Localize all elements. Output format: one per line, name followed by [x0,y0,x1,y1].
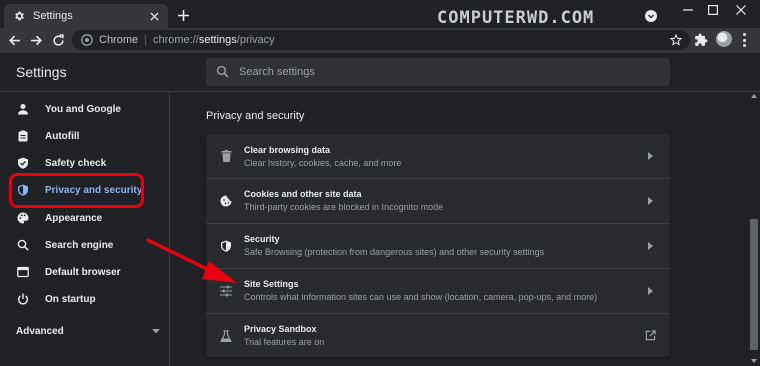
sidebar-item-label: You and Google [45,103,121,115]
chevron-right-icon [644,150,656,162]
chevron-right-icon [644,240,656,252]
chevron-right-icon [644,285,656,297]
chip-separator: | [144,34,147,46]
scrollbar[interactable] [748,92,760,366]
sidebar-item-label: Safety check [45,157,107,169]
sidebar-item-appearance[interactable]: Appearance [0,206,170,230]
row-title: Security [244,234,280,244]
row-title: Privacy Sandbox [244,324,317,334]
watermark: COMPUTERWD.COM [437,8,595,28]
row-title: Clear browsing data [244,144,331,155]
extensions-puzzle-icon[interactable] [694,33,708,47]
chevron-right-icon [644,195,656,207]
sidebar-item-autofill[interactable]: Autofill [0,124,170,148]
scrollbar-thumb[interactable] [750,219,758,350]
flask-icon [220,329,232,342]
power-icon [16,293,29,306]
browser-toolbar: Chrome | chrome:// settings /privacy [0,28,760,53]
row-title: Site Settings [244,279,299,289]
site-chip: Chrome [99,34,139,46]
shield-check-icon [16,157,29,170]
close-icon[interactable] [148,10,160,22]
settings-header: Settings [0,53,760,92]
row-subtitle: Controls what information sites can use … [244,292,598,302]
search-icon [16,239,29,252]
section-title: Privacy and security [206,110,305,122]
url-host: settings [198,34,237,46]
new-tab-button[interactable] [175,7,191,23]
scroll-up-arrow-icon[interactable] [751,94,757,98]
sidebar-item-you-and-google[interactable]: You and Google [0,97,170,121]
reload-icon[interactable] [50,32,66,48]
row-site-settings[interactable]: Site Settings Controls what information … [206,268,670,312]
profile-avatar[interactable] [716,31,732,47]
chrome-site-icon [81,34,93,46]
window-close-icon[interactable] [734,3,748,17]
address-bar[interactable]: Chrome | chrome:// settings /privacy [72,30,690,50]
row-security[interactable]: Security Safe Browsing (protection from … [206,223,670,267]
clipboard-icon [16,130,29,143]
url-scheme: chrome:// [152,34,199,46]
sidebar-item-label: Autofill [45,130,80,142]
tune-icon [220,285,232,297]
back-arrow-icon[interactable] [6,32,22,48]
row-cookies-and-site-data[interactable]: Cookies and other site data Third-party … [206,178,670,222]
row-subtitle: Safe Browsing (protection from dangerous… [244,247,545,257]
sidebar-item-label: Search engine [45,239,114,251]
row-privacy-sandbox[interactable]: Privacy Sandbox Trial features are on [206,313,670,357]
scroll-down-arrow-icon[interactable] [751,359,757,363]
gear-icon [12,9,26,23]
url-path: /privacy [236,34,275,46]
tab-title: Settings [33,10,73,22]
sidebar-item-label: On startup [45,293,96,305]
maximize-icon[interactable] [706,3,720,17]
sidebar-advanced-toggle[interactable]: Advanced [16,326,160,337]
row-subtitle: Trial features are on [244,337,325,347]
palette-icon [16,212,29,225]
browser-icon [16,266,29,279]
privacy-settings-card: Clear browsing data Clear history, cooki… [206,134,670,357]
advanced-label: Advanced [16,326,64,337]
page-title: Settings [16,64,67,80]
row-clear-browsing-data[interactable]: Clear browsing data Clear history, cooki… [206,134,670,178]
open-in-new-icon [644,330,656,342]
row-title: Cookies and other site data [244,189,362,199]
bookmark-star-icon[interactable] [669,33,683,46]
row-subtitle: Third-party cookies are blocked in Incog… [244,202,444,212]
highlight-box [9,173,144,208]
tab-settings[interactable]: Settings [4,4,168,28]
forward-arrow-icon[interactable] [28,32,44,48]
red-arrow-annotation [146,238,237,283]
tab-strip: Settings COMPUTERWD.COM [0,0,760,28]
settings-sidebar: You and Google Autofill Safety check Pri… [0,92,170,366]
person-icon [16,103,29,116]
tab-search-icon[interactable] [645,9,657,22]
search-input[interactable] [239,66,639,78]
minimize-icon[interactable] [681,3,695,17]
caret-down-icon [152,326,160,337]
settings-search-box[interactable] [206,58,670,86]
row-subtitle: Clear history, cookies, cache, and more [244,157,402,168]
sidebar-item-label: Default browser [45,266,121,278]
trash-icon [220,150,232,162]
search-icon [216,65,230,79]
sidebar-item-on-startup[interactable]: On startup [0,287,170,311]
kebab-menu-icon[interactable] [742,33,746,47]
sidebar-item-label: Appearance [45,212,103,224]
cookie-icon [220,195,232,207]
sidebar-item-safety-check[interactable]: Safety check [0,151,170,175]
